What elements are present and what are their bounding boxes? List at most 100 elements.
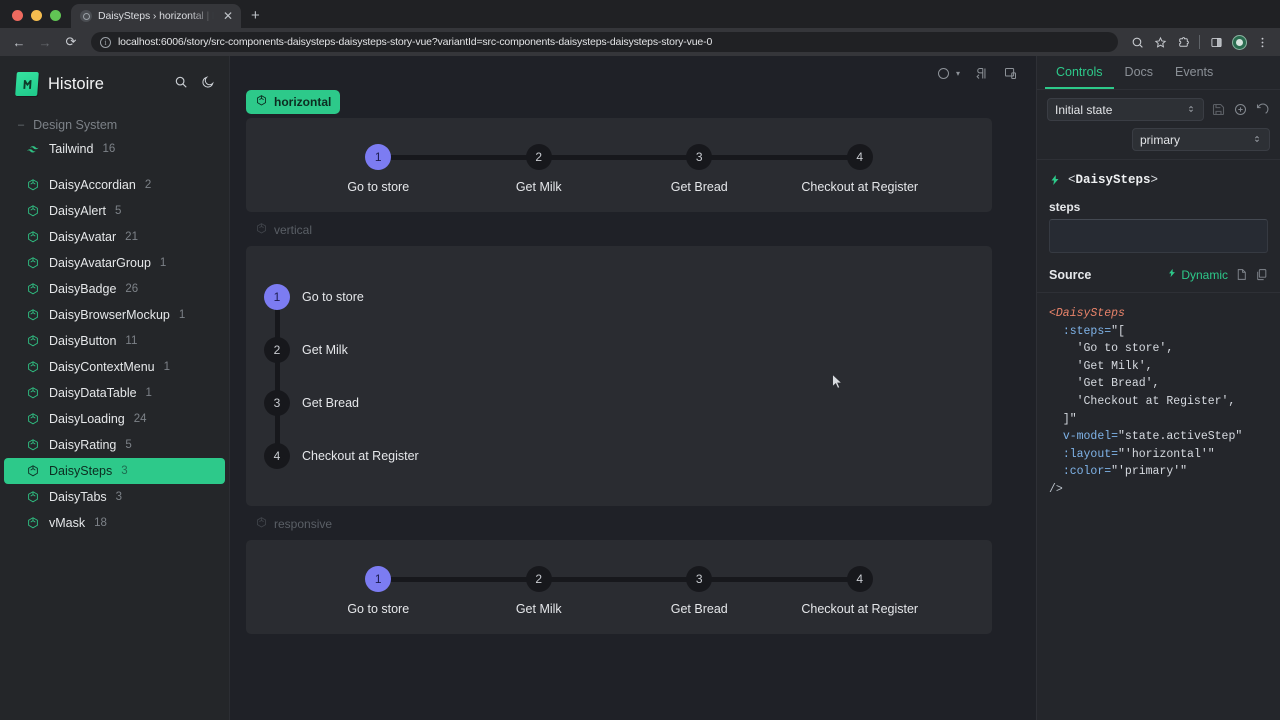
cube-icon bbox=[26, 464, 40, 478]
sidebar-item-daisytabs[interactable]: DaisyTabs 3 bbox=[4, 484, 225, 510]
sidebar-item-daisydatatable[interactable]: DaisyDataTable 1 bbox=[4, 380, 225, 406]
step-number-bubble[interactable]: 4 bbox=[264, 442, 290, 469]
sidebar-item-daisyrating[interactable]: DaisyRating 5 bbox=[4, 432, 225, 458]
step-item[interactable]: 3 Get Bread bbox=[538, 144, 780, 194]
variant-label-responsive[interactable]: responsive bbox=[246, 512, 341, 536]
add-state-icon[interactable] bbox=[1233, 102, 1248, 117]
dark-mode-moon-icon[interactable] bbox=[201, 75, 215, 94]
step-number-bubble[interactable]: 4 bbox=[846, 566, 873, 592]
back-button[interactable]: ← bbox=[8, 31, 30, 53]
sidebar-item-daisysteps[interactable]: DaisySteps 3 bbox=[4, 458, 225, 484]
save-state-icon[interactable] bbox=[1211, 102, 1226, 117]
step-number-bubble[interactable]: 3 bbox=[686, 566, 713, 592]
cube-icon bbox=[26, 412, 40, 426]
zoom-icon[interactable] bbox=[1127, 32, 1147, 52]
side-panel-icon[interactable] bbox=[1206, 32, 1226, 52]
reset-state-icon[interactable] bbox=[1255, 102, 1270, 117]
step-item[interactable]: 4 Checkout at Register bbox=[699, 566, 941, 616]
step-item[interactable]: 2 Get Milk bbox=[378, 144, 620, 194]
sidebar-item-label: DaisyButton bbox=[49, 334, 117, 348]
histoire-logo-icon bbox=[15, 72, 39, 96]
dynamic-source-toggle[interactable]: Dynamic bbox=[1167, 267, 1228, 282]
browser-menu-icon[interactable] bbox=[1252, 32, 1272, 52]
text-direction-icon[interactable] bbox=[974, 66, 989, 81]
initial-state-value: Initial state bbox=[1055, 102, 1113, 117]
browser-toolbar: ← → ⟳ i localhost:6006/story/src-compone… bbox=[0, 28, 1280, 56]
search-icon[interactable] bbox=[174, 75, 188, 94]
background-color-picker[interactable]: ▾ bbox=[936, 66, 960, 81]
sidebar-item-label: DaisyAvatarGroup bbox=[49, 256, 151, 270]
reload-button[interactable]: ⟳ bbox=[60, 31, 82, 53]
forward-button[interactable]: → bbox=[34, 31, 56, 53]
variant-label-vertical[interactable]: vertical bbox=[246, 218, 321, 242]
step-item[interactable]: 4 Checkout at Register bbox=[699, 144, 941, 194]
variant-label-horizontal[interactable]: horizontal bbox=[246, 90, 341, 114]
sidebar-item-daisybadge[interactable]: DaisyBadge 26 bbox=[4, 276, 225, 302]
cube-icon bbox=[26, 334, 40, 348]
sidebar-item-count: 18 bbox=[94, 517, 107, 529]
sidebar-item-daisyavatargroup[interactable]: DaisyAvatarGroup 1 bbox=[4, 250, 225, 276]
window-traffic-lights bbox=[8, 10, 71, 28]
steps-textarea[interactable] bbox=[1049, 219, 1268, 253]
step-number-bubble[interactable]: 3 bbox=[264, 389, 290, 416]
site-info-icon[interactable]: i bbox=[100, 36, 111, 48]
component-header: <DaisySteps> bbox=[1037, 160, 1280, 193]
variant-label-text: vertical bbox=[274, 223, 313, 237]
step-number-bubble[interactable]: 1 bbox=[365, 144, 392, 170]
step-number-bubble[interactable]: 1 bbox=[365, 566, 392, 592]
steps-vertical: 1 Go to store 2 Get Milk 3 Get Bread 4 Checkout… bbox=[246, 246, 992, 506]
close-window-button[interactable] bbox=[12, 10, 23, 21]
sidebar-item-daisycontextmenu[interactable]: DaisyContextMenu 1 bbox=[4, 354, 225, 380]
tree-group-design-system[interactable]: – Design System bbox=[0, 114, 229, 136]
collapse-caret-icon[interactable]: – bbox=[18, 119, 24, 131]
extensions-icon[interactable] bbox=[1173, 32, 1193, 52]
step-number-bubble[interactable]: 2 bbox=[525, 144, 552, 170]
step-item[interactable]: 1 Go to store bbox=[264, 270, 992, 323]
step-number-bubble[interactable]: 3 bbox=[686, 144, 713, 170]
sidebar-item-daisybrowsermockup[interactable]: DaisyBrowserMockup 1 bbox=[4, 302, 225, 328]
copy-source-icon[interactable] bbox=[1255, 268, 1268, 281]
step-item[interactable]: 2 Get Milk bbox=[264, 297, 992, 376]
step-number-bubble[interactable]: 2 bbox=[264, 336, 290, 363]
bookmark-star-icon[interactable] bbox=[1150, 32, 1170, 52]
sidebar-item-daisybutton[interactable]: DaisyButton 11 bbox=[4, 328, 225, 354]
step-item[interactable]: 1 Go to store bbox=[298, 144, 459, 194]
sidebar-item-daisyloading[interactable]: DaisyLoading 24 bbox=[4, 406, 225, 432]
dynamic-label: Dynamic bbox=[1181, 267, 1228, 282]
step-item[interactable]: 1 Go to store bbox=[298, 566, 459, 616]
step-item[interactable]: 3 Get Bread bbox=[264, 350, 992, 429]
step-number-bubble[interactable]: 2 bbox=[525, 566, 552, 592]
sidebar-item-label: DaisyAvatar bbox=[49, 230, 117, 244]
maximize-window-button[interactable] bbox=[50, 10, 61, 21]
responsive-preview-icon[interactable] bbox=[1003, 66, 1018, 81]
step-caption: Checkout at Register bbox=[801, 180, 919, 194]
minimize-window-button[interactable] bbox=[31, 10, 42, 21]
tab-events[interactable]: Events bbox=[1164, 56, 1224, 89]
initial-state-select[interactable]: Initial state bbox=[1047, 98, 1204, 121]
sidebar-item-daisyalert[interactable]: DaisyAlert 5 bbox=[4, 198, 225, 224]
step-item[interactable]: 2 Get Milk bbox=[378, 566, 620, 616]
sidebar-item-vmask[interactable]: vMask 18 bbox=[4, 510, 225, 536]
step-number-bubble[interactable]: 4 bbox=[846, 144, 873, 170]
tab-docs[interactable]: Docs bbox=[1114, 56, 1164, 89]
steps-horizontal: 1 Go to store 2 Get Milk 3 Get Bread 4 Checkout… bbox=[246, 118, 992, 212]
sidebar-item-daisyavatar[interactable]: DaisyAvatar 21 bbox=[4, 224, 225, 250]
step-number-bubble[interactable]: 1 bbox=[264, 283, 290, 310]
address-bar[interactable]: i localhost:6006/story/src-components-da… bbox=[91, 32, 1118, 52]
sidebar-item-daisyaccordian[interactable]: DaisyAccordian 2 bbox=[4, 172, 225, 198]
profile-avatar[interactable] bbox=[1229, 32, 1249, 52]
tab-controls[interactable]: Controls bbox=[1045, 56, 1114, 89]
new-tab-button[interactable]: + bbox=[241, 8, 270, 28]
step-caption: Get Bread bbox=[670, 602, 728, 616]
color-select[interactable]: primary bbox=[1132, 128, 1270, 151]
sidebar-item-label: DaisyBadge bbox=[49, 282, 117, 296]
chevron-down-icon[interactable]: ▾ bbox=[956, 69, 960, 78]
browser-tab[interactable]: DaisySteps › horizontal | Hist ✕ bbox=[71, 4, 241, 28]
close-tab-icon[interactable]: ✕ bbox=[221, 10, 235, 22]
step-item[interactable]: 4 Checkout at Register bbox=[264, 403, 992, 482]
view-source-file-icon[interactable] bbox=[1235, 268, 1248, 281]
address-bar-url: localhost:6006/story/src-components-dais… bbox=[118, 36, 713, 48]
step-item[interactable]: 3 Get Bread bbox=[538, 566, 780, 616]
sidebar-brand[interactable]: Histoire bbox=[0, 66, 229, 96]
sidebar-item-tailwind[interactable]: Tailwind 16 bbox=[4, 136, 225, 162]
